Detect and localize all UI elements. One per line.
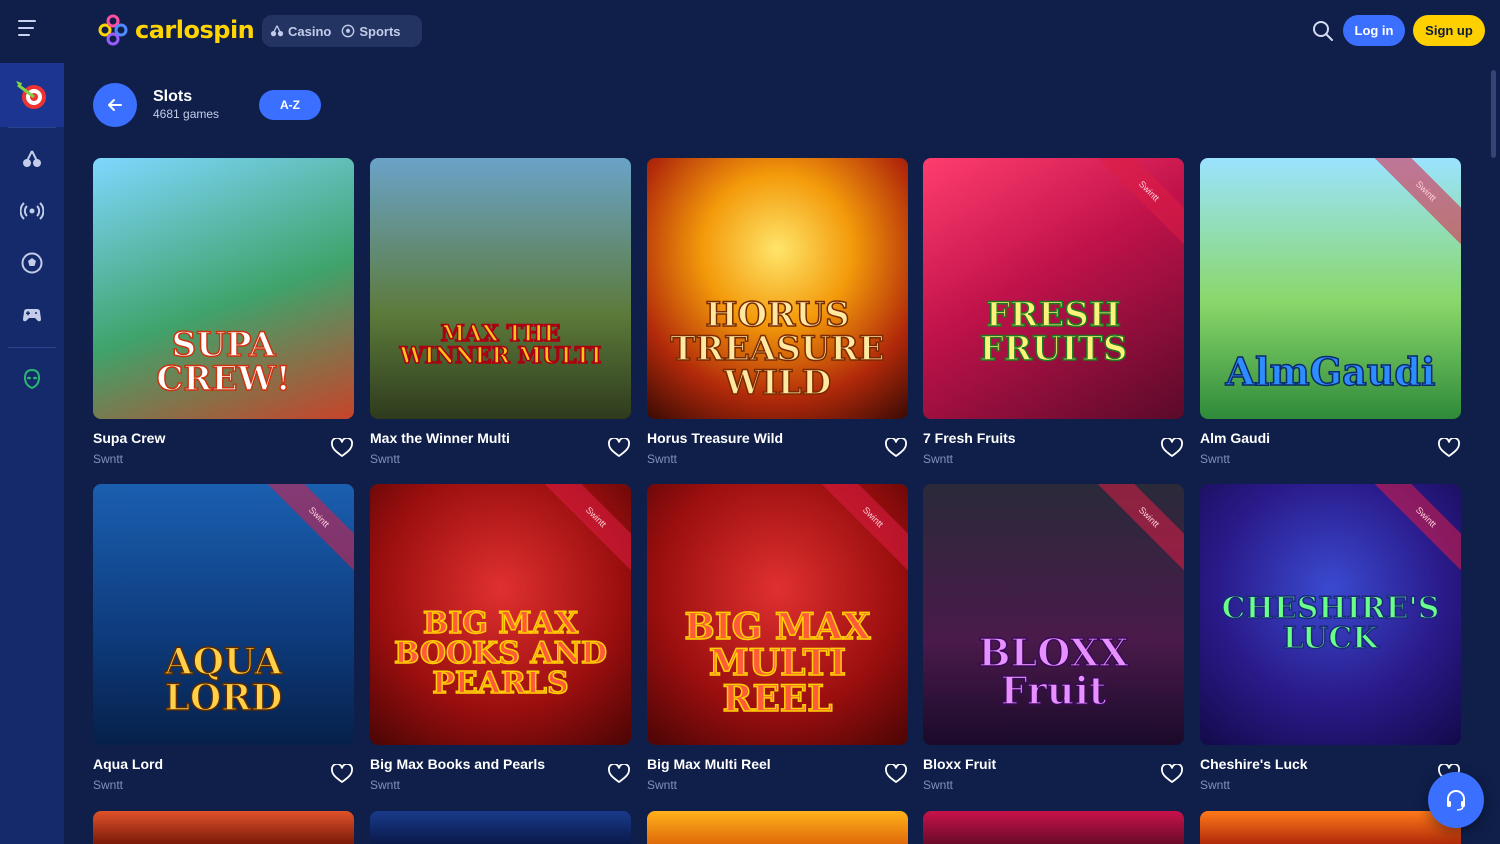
- provider-ribbon: Swintt: [1086, 158, 1184, 254]
- live-broadcast-icon[interactable]: [20, 199, 44, 223]
- game-title[interactable]: Aqua Lord: [93, 756, 163, 772]
- sort-az-button[interactable]: A-Z: [259, 90, 321, 120]
- logo[interactable]: carlospin: [95, 12, 255, 48]
- game-title[interactable]: Alm Gaudi: [1200, 430, 1270, 446]
- game-title[interactable]: Bloxx Fruit: [923, 756, 996, 772]
- football-icon: [342, 24, 355, 38]
- logo-mark-icon: [98, 14, 128, 46]
- game-thumbnail[interactable]: AlmGaudi Swintt: [1200, 158, 1461, 419]
- back-button[interactable]: [93, 83, 137, 127]
- games-count: 4681 games: [153, 107, 220, 121]
- game-thumbnail[interactable]: [923, 811, 1184, 844]
- game-art-title: HORUS TREASURE WILD: [670, 295, 886, 403]
- heart-favorite-icon[interactable]: [608, 764, 630, 784]
- game-provider: Swntt: [93, 452, 124, 466]
- nav-casino-label: Casino: [288, 23, 332, 39]
- provider-ribbon: Swintt: [1363, 484, 1461, 580]
- game-title[interactable]: Big Max Multi Reel: [647, 756, 771, 772]
- football-icon[interactable]: [20, 251, 44, 275]
- game-title[interactable]: Cheshire's Luck: [1200, 756, 1308, 772]
- game-art-title: CHESHIRE'S LUCK: [1221, 591, 1440, 656]
- game-thumbnail[interactable]: [647, 811, 908, 844]
- cherries-icon[interactable]: [20, 147, 44, 171]
- heart-favorite-icon[interactable]: [331, 438, 353, 458]
- scrollbar[interactable]: [1491, 70, 1496, 158]
- hamburger-menu-icon[interactable]: [18, 20, 46, 42]
- heart-favorite-icon[interactable]: [885, 438, 907, 458]
- support-chat-button[interactable]: [1428, 772, 1484, 828]
- product-switcher: Casino Sports: [262, 15, 422, 47]
- sidebar-divider: [8, 127, 56, 128]
- signup-button[interactable]: Sign up: [1413, 15, 1485, 46]
- game-art-title: AQUA LORD: [164, 641, 283, 719]
- game-art-title: FRESH FRUITS: [979, 295, 1128, 369]
- section-title: Slots: [153, 88, 193, 105]
- provider-ribbon: Swintt: [256, 484, 354, 580]
- game-thumbnail[interactable]: CHESHIRE'S LUCK Swintt: [1200, 484, 1461, 745]
- game-thumbnail[interactable]: MAX THE WINNER MULTI: [370, 158, 631, 419]
- provider-ribbon: Swintt: [810, 484, 908, 580]
- game-title[interactable]: Max the Winner Multi: [370, 430, 510, 446]
- sidebar-item-promotions[interactable]: [0, 63, 64, 127]
- provider-ribbon: Swintt: [1086, 484, 1184, 580]
- heart-favorite-icon[interactable]: [1161, 764, 1183, 784]
- game-provider: Swntt: [647, 778, 678, 792]
- game-thumbnail[interactable]: AQUA LORD Swintt: [93, 484, 354, 745]
- game-art-title: SUPA CREW!: [156, 325, 292, 399]
- game-art-title: AlmGaudi: [1225, 349, 1436, 394]
- game-thumbnail[interactable]: BLOXX Fruit Swintt: [923, 484, 1184, 745]
- heart-favorite-icon[interactable]: [885, 764, 907, 784]
- top-bar: carlospin Casino Sports Log in Sign up: [0, 0, 1500, 62]
- provider-ribbon: Swintt: [533, 484, 631, 580]
- game-art-title: MAX THE WINNER MULTI: [399, 321, 602, 369]
- nav-sports[interactable]: Sports: [341, 23, 401, 39]
- game-title[interactable]: Horus Treasure Wild: [647, 430, 783, 446]
- game-provider: Swntt: [647, 452, 678, 466]
- game-thumbnail[interactable]: HORUS TREASURE WILD: [647, 158, 908, 419]
- sidebar-divider: [8, 347, 56, 348]
- arrow-left-icon: [108, 99, 122, 111]
- game-provider: Swntt: [1200, 452, 1231, 466]
- game-art-title: BLOXX Fruit: [978, 630, 1130, 713]
- game-provider: Swntt: [923, 778, 954, 792]
- heart-favorite-icon[interactable]: [1161, 438, 1183, 458]
- search-icon[interactable]: [1311, 19, 1335, 43]
- heart-favorite-icon[interactable]: [1438, 438, 1460, 458]
- game-provider: Swntt: [370, 452, 401, 466]
- game-thumbnail[interactable]: SUPA CREW!: [93, 158, 354, 419]
- nav-casino[interactable]: Casino: [270, 24, 331, 39]
- gamepad-icon[interactable]: [20, 303, 44, 327]
- game-art-title: BIG MAX BOOKS AND PEARLS: [393, 606, 608, 701]
- sidebar: [0, 63, 64, 844]
- heart-favorite-icon[interactable]: [608, 438, 630, 458]
- alien-icon[interactable]: [20, 367, 44, 391]
- game-thumbnail[interactable]: [1200, 811, 1461, 844]
- game-thumbnail[interactable]: BIG MAX MULTI REEL Swintt: [647, 484, 908, 745]
- game-provider: Swntt: [1200, 778, 1231, 792]
- target-promo-icon: [16, 81, 46, 109]
- game-thumbnail[interactable]: BIG MAX BOOKS AND PEARLS Swintt: [370, 484, 631, 745]
- game-art-title: BIG MAX MULTI REEL: [684, 606, 872, 720]
- heart-favorite-icon[interactable]: [331, 764, 353, 784]
- game-provider: Swntt: [93, 778, 124, 792]
- game-thumbnail[interactable]: [370, 811, 631, 844]
- provider-ribbon: Swintt: [1363, 158, 1461, 254]
- game-title[interactable]: Supa Crew: [93, 430, 165, 446]
- game-thumbnail[interactable]: FRESH FRUITS Swintt: [923, 158, 1184, 419]
- game-provider: Swntt: [370, 778, 401, 792]
- game-title[interactable]: Big Max Books and Pearls: [370, 756, 545, 772]
- game-thumbnail[interactable]: [93, 811, 354, 844]
- headset-icon: [1447, 790, 1465, 811]
- logo-text: carlospin: [135, 16, 255, 44]
- game-title[interactable]: 7 Fresh Fruits: [923, 430, 1016, 446]
- nav-sports-label: Sports: [359, 23, 401, 39]
- cherries-icon: [270, 25, 284, 37]
- login-button[interactable]: Log in: [1343, 15, 1405, 46]
- game-provider: Swntt: [923, 452, 954, 466]
